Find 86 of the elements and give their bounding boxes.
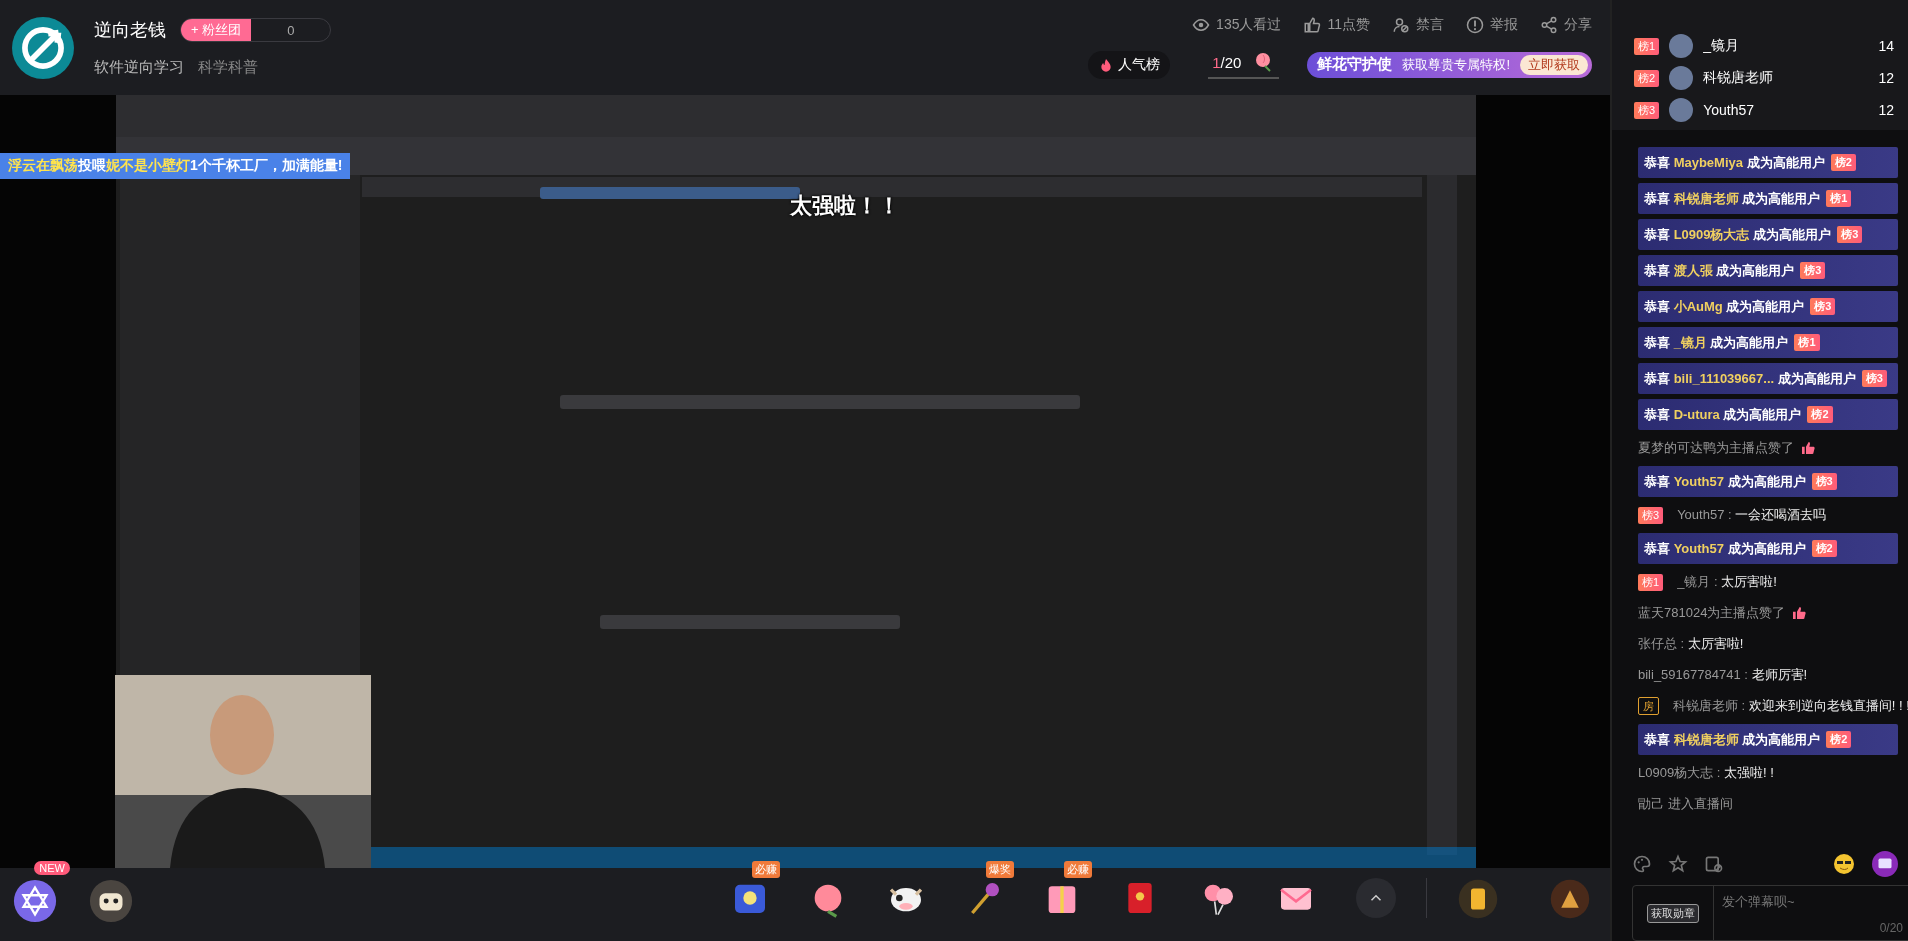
notice-text: 恭喜 Youth57 成为高能用户 <box>1644 539 1806 558</box>
notice-text: 恭喜 bili_111039667... 成为高能用户 <box>1644 369 1856 388</box>
popularity-rank-button[interactable]: 人气榜 <box>1088 50 1171 79</box>
chat-message: L0909杨大志 : 太强啦! ! <box>1638 764 1774 782</box>
rank-score: 12 <box>1878 102 1894 118</box>
notice-text: 恭喜 _镜月 成为高能用户 <box>1644 333 1789 352</box>
notice-text: 恭喜 渡人張 成为高能用户 <box>1644 261 1795 280</box>
rank-badge: 榜1 <box>1634 37 1660 55</box>
report-icon[interactable] <box>1466 16 1484 34</box>
claim-button[interactable]: 立即获取 <box>1520 54 1588 75</box>
notice-text: 恭喜 D-utura 成为高能用户 <box>1644 405 1802 424</box>
gift-announcement: 浮云在飘荡投喂妮不是小壁灯1个千杯工厂，加满能量! <box>0 153 351 179</box>
mute-icon[interactable] <box>1392 16 1410 34</box>
rank-badge: 榜3 <box>1811 473 1837 490</box>
thumbs-up-icon <box>1791 605 1808 621</box>
thumbs-up-icon[interactable] <box>1303 16 1322 34</box>
share-icon[interactable] <box>1540 16 1558 34</box>
category-tag[interactable]: 科学科普 <box>198 58 258 77</box>
like-message: 夏梦的可达鸭为主播点赞了 <box>1638 439 1794 457</box>
sunglasses-emoji-icon[interactable] <box>1832 852 1856 876</box>
banner-title: 鲜花守护使 <box>1317 55 1393 74</box>
star-icon[interactable] <box>1668 854 1688 874</box>
character-counter: 0/20 <box>1879 921 1903 935</box>
notice-text: 恭喜 科锐唐老师 成为高能用户 <box>1644 189 1821 208</box>
rank-badge: 榜2 <box>1634 69 1660 87</box>
chat-input-box[interactable]: 获取勋章 发个弹幕呗~ 0/20 <box>1632 885 1908 941</box>
chat-message: _镜月 : 太厉害啦! <box>1677 573 1777 591</box>
rank-username[interactable]: Youth57 <box>1703 102 1754 118</box>
notice-text: 恭喜 科锐唐老师 成为高能用户 <box>1644 730 1821 749</box>
rank-badge: 榜3 <box>1634 101 1660 119</box>
flower-counter: 1/20 <box>1208 50 1280 79</box>
danmaku-style-icon[interactable] <box>1872 851 1898 877</box>
rank-badge: 榜2 <box>1826 731 1852 748</box>
danmaku-input[interactable]: 发个弹幕呗~ <box>1714 886 1900 917</box>
gift-tag: NEW <box>34 861 70 875</box>
banner-text: 获取尊贵专属特权! <box>1402 55 1510 74</box>
enter-message: 勖己 进入直播间 <box>1638 795 1733 813</box>
gift-tag: 必赚 <box>752 861 780 878</box>
notice-text: 恭喜 MaybeMiya 成为高能用户 <box>1644 153 1825 172</box>
stat-label[interactable]: 禁言 <box>1416 16 1444 34</box>
rank-badge: 榜2 <box>1807 406 1833 423</box>
notice-text: 恭喜 Youth57 成为高能用户 <box>1644 472 1806 491</box>
danmaku-comment: 太强啦！！ <box>790 192 900 220</box>
user-avatar[interactable] <box>1669 66 1694 90</box>
notice-text: 恭喜 小AuMg 成为高能用户 <box>1644 297 1805 316</box>
rank-badge: 榜3 <box>1837 226 1863 243</box>
rank-badge: 榜3 <box>1861 370 1887 387</box>
fan-count: 0 <box>286 22 296 38</box>
user-avatar[interactable] <box>1669 98 1694 122</box>
stat-label: 135人看过 <box>1216 16 1282 34</box>
rank-username[interactable]: 科锐唐老师 <box>1703 69 1774 87</box>
rank-badge: 榜2 <box>1830 154 1856 171</box>
rank-username[interactable]: _镜月 <box>1703 37 1739 55</box>
streamer-avatar-icon <box>12 16 74 79</box>
user-avatar[interactable] <box>1669 34 1694 58</box>
views-icon[interactable] <box>1192 16 1211 34</box>
rank-badge: 榜3 <box>1800 262 1826 279</box>
medal-button[interactable]: 获取勋章 <box>1647 903 1699 923</box>
chat-message: 张仔总 : 太厉害啦! <box>1638 635 1744 653</box>
robot-icon[interactable] <box>88 878 134 924</box>
rank-badge: 榜2 <box>1811 540 1837 557</box>
rank-badge: 榜1 <box>1794 334 1820 351</box>
stat-label[interactable]: 举报 <box>1490 16 1518 34</box>
chat-message: 科锐唐老师 : 欢迎来到逆向老钱直播间! ! ! <box>1673 697 1908 715</box>
thumbs-up-icon <box>1800 440 1816 456</box>
rank-badge: 榜3 <box>1638 506 1664 524</box>
rank-badge: 榜3 <box>1810 298 1836 315</box>
activity-icon[interactable] <box>12 878 58 924</box>
rank-badge: 榜1 <box>1638 573 1664 591</box>
rank-score: 14 <box>1878 38 1894 54</box>
block-icon[interactable] <box>1704 854 1724 874</box>
streamer-name: 逆向老钱 <box>94 19 166 42</box>
stat-label: 11点赞 <box>1327 16 1370 34</box>
palette-icon[interactable] <box>1632 854 1652 874</box>
rank-score: 12 <box>1878 70 1894 86</box>
gift-tag: 爆奖 <box>986 861 1014 878</box>
notice-text: 恭喜 L0909杨大志 成为高能用户 <box>1644 225 1832 244</box>
rank-badge: 榜1 <box>1826 190 1852 207</box>
stat-label[interactable]: 分享 <box>1564 16 1592 34</box>
like-message: 蓝天781024为主播点赞了 <box>1638 604 1786 622</box>
battery-icon[interactable] <box>1457 878 1499 920</box>
category-tag[interactable]: 软件逆向学习 <box>94 58 184 77</box>
gift-tag: 必赚 <box>1064 861 1092 878</box>
chat-message: bili_59167784741 : 老师厉害! <box>1638 666 1808 684</box>
admin-badge: 房 <box>1638 697 1659 715</box>
chat-message: Youth57 : 一会还喝酒去吗 <box>1677 506 1827 524</box>
